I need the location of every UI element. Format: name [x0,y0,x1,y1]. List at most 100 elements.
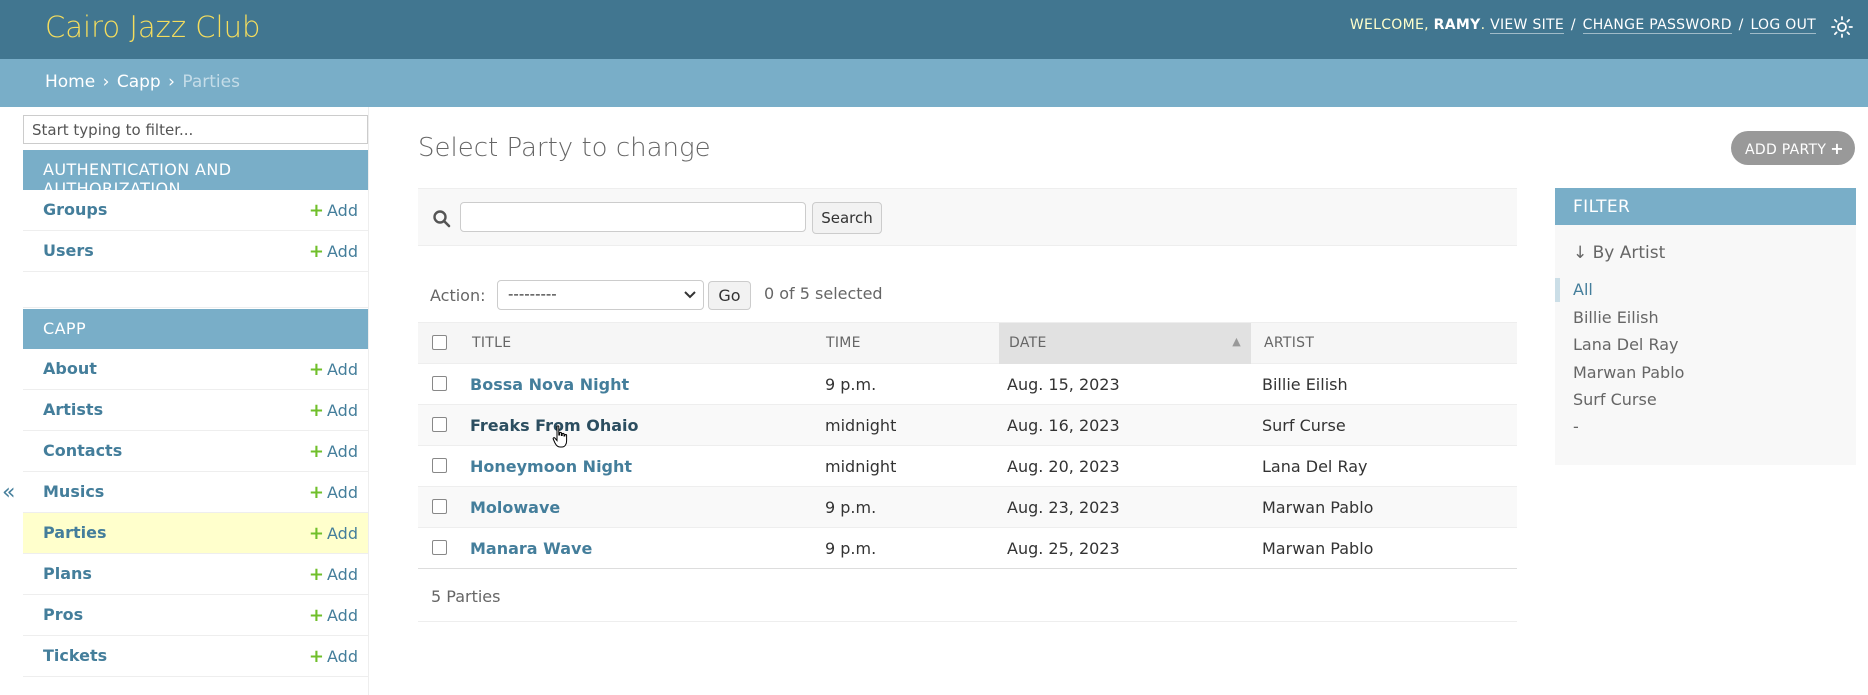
row-checkbox[interactable] [432,376,447,391]
sidebar-item-artists: Artists + Add [23,390,368,431]
add-artists-link[interactable]: + Add [309,400,358,421]
party-time: 9 p.m. [825,539,877,558]
sidebar-divider [368,107,369,695]
row-checkbox[interactable] [432,499,447,514]
add-party-button[interactable]: ADD PARTY + [1731,131,1855,165]
filter-option-lana-del-ray[interactable]: Lana Del Ray [1573,335,1678,354]
party-time: midnight [825,457,897,476]
filter-option-billie-eilish[interactable]: Billie Eilish [1573,308,1659,327]
party-title-link[interactable]: Bossa Nova Night [470,375,629,394]
action-label: Action: [430,286,486,305]
add-party-label: ADD PARTY [1745,142,1827,158]
filter-by-artist-heading[interactable]: ↓ By Artist [1573,243,1665,263]
username: RAMY [1433,17,1481,33]
add-label: Add [327,565,358,584]
paginator: 5 Parties [418,568,1517,622]
toggle-nav-sidebar-button[interactable]: « [2,480,15,505]
theme-toggle-sun-icon[interactable] [1830,15,1854,39]
sidebar-item-tickets: Tickets + Add [23,636,368,677]
breadcrumb-separator: › [102,72,110,92]
add-plans-link[interactable]: + Add [309,564,358,585]
add-parties-link[interactable]: + Add [309,523,358,544]
breadcrumb-current: Parties [182,72,240,92]
plus-icon: + [308,564,325,585]
sidebar-item-label[interactable]: Pros [43,605,83,624]
add-label: Add [327,201,358,220]
filter-option-surf-curse[interactable]: Surf Curse [1573,390,1657,409]
table-row: Bossa Nova Night 9 p.m. Aug. 15, 2023 Bi… [418,364,1517,405]
sidebar-item-plans: Plans + Add [23,554,368,595]
app-caption-auth[interactable]: AUTHENTICATION AND AUTHORIZATION [23,150,368,198]
row-checkbox[interactable] [432,458,447,473]
sidebar-item-label[interactable]: Users [43,241,94,260]
sidebar-item-label[interactable]: Contacts [43,441,122,460]
sidebar-item-label[interactable]: Tickets [43,646,107,665]
breadcrumb-separator: › [168,72,175,92]
row-checkbox[interactable] [432,417,447,432]
sidebar-item-label[interactable]: Plans [43,564,92,583]
column-header-title[interactable]: TITLE [472,323,824,364]
app-caption-capp[interactable]: CAPP [23,309,368,349]
party-title-link[interactable]: Manara Wave [470,539,592,558]
row-checkbox[interactable] [432,540,447,555]
filter-title: FILTER [1555,188,1856,225]
results-table: TITLE TIME DATE ▲ ARTIST Bossa Nova Nigh… [418,322,1517,569]
sidebar-item-label[interactable]: About [43,359,97,378]
sidebar-item-label[interactable]: Artists [43,400,103,419]
sort-ascending-icon[interactable]: ▲ [1232,335,1241,348]
change-password-link[interactable]: CHANGE PASSWORD [1582,17,1732,34]
site-name[interactable]: Cairo Jazz Club [45,10,260,44]
party-title-link[interactable]: Honeymoon Night [470,457,632,476]
filter-option-empty[interactable]: - [1573,417,1579,436]
action-select[interactable]: --------- [497,280,704,310]
plus-icon: + [308,646,325,667]
chevron-down-icon [684,291,696,299]
hand-cursor-icon [552,425,568,448]
party-time: 9 p.m. [825,498,877,517]
party-title-link[interactable]: Molowave [470,498,560,517]
column-header-time[interactable]: TIME [826,323,1006,364]
column-header-date-label: DATE [1009,335,1047,351]
plus-icon: + [308,482,325,503]
go-button[interactable]: Go [708,281,751,310]
add-users-link[interactable]: + Add [309,241,358,262]
party-time: 9 p.m. [825,375,877,394]
select-all-checkbox[interactable] [432,335,447,350]
breadcrumb-home[interactable]: Home [45,72,95,92]
add-pros-link[interactable]: + Add [309,605,358,626]
plus-icon: + [308,441,325,462]
filter-option-all[interactable]: All [1573,280,1593,299]
add-contacts-link[interactable]: + Add [309,441,358,462]
column-header-artist[interactable]: ARTIST [1264,323,1504,364]
plus-icon: + [1830,139,1844,158]
party-time: midnight [825,416,897,435]
plus-icon: + [308,241,325,262]
search-button[interactable]: Search [812,202,882,234]
add-musics-link[interactable]: + Add [309,482,358,503]
party-date: Aug. 23, 2023 [1007,498,1120,517]
nav-filter-input[interactable] [23,115,368,144]
plus-icon: + [308,359,325,380]
breadcrumb-app[interactable]: Capp [117,72,161,92]
sidebar-item-musics: Musics + Add [23,472,368,513]
log-out-link[interactable]: LOG OUT [1750,17,1816,34]
breadcrumb: Home › Capp › Parties [0,59,1868,107]
party-artist: Marwan Pablo [1262,539,1374,558]
action-select-value: --------- [508,285,557,303]
table-row: Molowave 9 p.m. Aug. 23, 2023 Marwan Pab… [418,487,1517,528]
view-site-link[interactable]: VIEW SITE [1490,17,1565,34]
sidebar-item-label[interactable]: Musics [43,482,104,501]
party-artist: Marwan Pablo [1262,498,1374,517]
filter-option-marwan-pablo[interactable]: Marwan Pablo [1573,363,1684,382]
sidebar-item-about: About + Add [23,349,368,390]
header: Cairo Jazz Club WELCOME, RAMY. VIEW SITE… [0,0,1868,59]
add-tickets-link[interactable]: + Add [309,646,358,667]
sidebar-item-label[interactable]: Groups [43,200,107,219]
column-header-date[interactable]: DATE ▲ [999,323,1251,364]
sidebar-item-label[interactable]: Parties [43,523,107,542]
search-input[interactable] [460,202,806,232]
add-about-link[interactable]: + Add [309,359,358,380]
nav-spacer [23,271,368,308]
add-groups-link[interactable]: + Add [309,200,358,221]
add-label: Add [327,483,358,502]
